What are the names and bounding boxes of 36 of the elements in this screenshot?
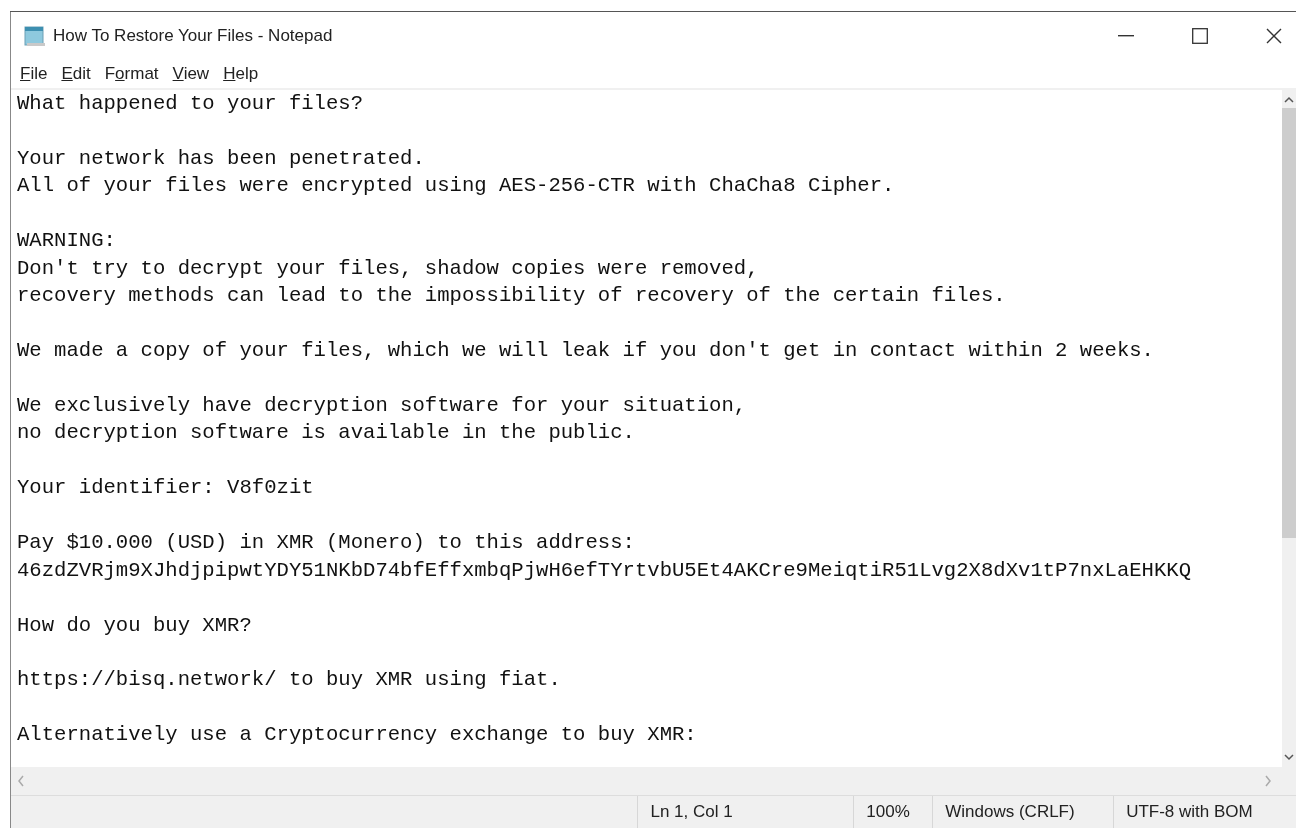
menu-item[interactable]: Help (222, 61, 260, 87)
close-icon (1266, 28, 1282, 44)
scroll-up-icon (1284, 96, 1294, 104)
text-line: no decryption software is available in the public. (17, 421, 635, 445)
text-line: How do you buy XMR? (17, 613, 252, 637)
notepad-icon (23, 25, 45, 47)
text-line: Your network has been penetrated. (17, 146, 425, 170)
text-line: 46zdZVRjm9XJhdjpipwtYDY51NKbD74bfEffxmbqPjwH6efTYrtvbU5Et4AKCre9MeiqtiR51Lvg2X8dXv1tP7nxLaEHKKQ (17, 558, 1192, 582)
menu-item[interactable]: Format (103, 61, 160, 87)
menu-item[interactable]: Edit (60, 61, 92, 87)
menu-item[interactable]: View (171, 61, 211, 87)
status-text: UTF-8 with BOM (1126, 801, 1253, 824)
text-line: Alternatively use a Cryptocurrency exchange to buy XMR: (17, 723, 697, 747)
maximize-icon (1192, 28, 1208, 44)
status-text: Ln 1, Col 1 (650, 801, 733, 824)
scroll-down-icon (1284, 753, 1294, 761)
horizontal-scrollbar[interactable] (11, 767, 1296, 796)
text-line: Pay $10.000 (USD) in XMR (Monero) to this address: (17, 531, 635, 555)
menu-item[interactable]: File (19, 61, 49, 87)
minimize-icon (1118, 35, 1134, 37)
scroll-left-icon (17, 775, 25, 787)
status-text: 100% (866, 801, 910, 824)
window-title: How To Restore Your Files - Notepad (53, 25, 333, 48)
text-line: We exclusively have decryption software for your situation, (17, 393, 747, 417)
status-text: Windows (CRLF) (945, 801, 1075, 824)
scroll-right-icon (1264, 775, 1272, 787)
text-line: WARNING: (17, 229, 116, 253)
vertical-scrollbar[interactable] (1282, 90, 1296, 767)
text-line: Don't try to decrypt your files, shadow copies were removed, (17, 256, 759, 280)
text-line: We made a copy of your files, which we will leak if you don't get in contact within 2 weeks. (17, 339, 1154, 363)
text-line: recovery methods can lead to the impossibility of recovery of the certain files. (17, 284, 1006, 308)
scrollbar-thumb[interactable] (1282, 108, 1296, 538)
text-line: All of your files were encrypted using AES-256-CTR with ChaCha8 Cipher. (17, 174, 895, 198)
text-line: Your identifier: V8f0zit (17, 476, 314, 500)
text-line: https://bisq.network/ to buy XMR using fiat. (17, 668, 561, 692)
text-line: What happened to your files? (17, 92, 364, 115)
